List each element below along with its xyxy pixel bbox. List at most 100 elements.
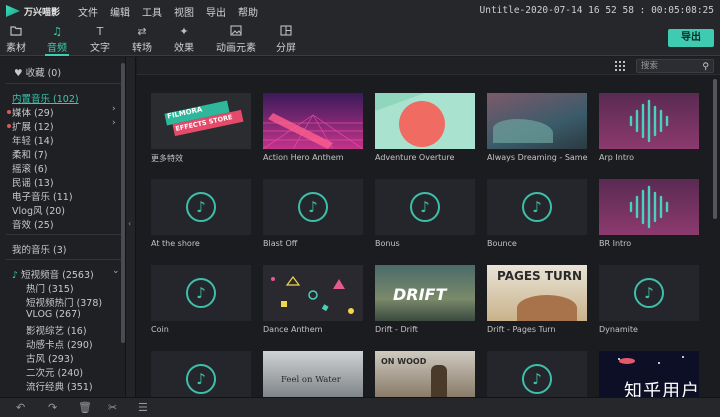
delete-icon[interactable]: 🗑 [78,401,92,414]
synthwave-grid-image [263,113,363,149]
search-icon[interactable]: ⚲ [702,61,709,73]
tile-caption: At the shore [151,239,200,248]
divider [6,83,122,84]
tab-transitions[interactable]: ⇄ 转场 [122,25,162,55]
tab-effects[interactable]: ✦ 效果 [164,25,204,55]
library-header: 搜索 ⚲ [137,57,720,75]
tab-label: 素材 [6,43,26,54]
thumb-pages-turn[interactable]: PAGES TURN [487,265,587,321]
sidebar-item-extensions[interactable]: 扩展 (12) [7,119,54,133]
cut-icon[interactable]: ✂ [108,401,117,414]
builtin-music-item[interactable]: 内置音乐 (102) [12,91,79,105]
sidebar-item-electronic[interactable]: 电子音乐 (11) [12,189,73,203]
export-button[interactable]: 导出 [668,29,714,47]
thumb-at-the-shore[interactable]: ♪ [151,179,251,235]
favorites-item[interactable]: ♥ 收藏 (0) [14,65,61,79]
menu-view[interactable]: 视图 [174,4,194,19]
thumb-bounce[interactable]: ♪ [487,179,587,235]
tile-caption: Drift - Drift [375,325,418,334]
thumb-drift[interactable]: DRIFT [375,265,475,321]
music-note-icon: ♪ [522,192,552,222]
menu-export[interactable]: 导出 [206,4,226,19]
content-scrollbar[interactable] [713,79,717,219]
waveform-icon [629,99,669,143]
tile-caption: Bounce [487,239,517,248]
music-note-icon: ♪ [186,364,216,394]
sidebar-subitem-variety[interactable]: 影视综艺 (16) [26,323,87,337]
tab-media[interactable]: 素材 [0,25,36,55]
tab-elements[interactable]: 动画元素 [214,25,258,55]
sidebar-item-label: 扩展 (12) [12,122,54,133]
tile-caption: Adventure Overture [375,153,455,162]
thumb-coin[interactable]: ♪ [151,265,251,321]
grid-view-icon[interactable] [614,60,626,72]
sidebar-item-vlog[interactable]: Vlog风 (20) [12,203,65,217]
sidebar-item-rock[interactable]: 摇滚 (6) [12,161,47,175]
sidebar-subitem-vlog[interactable]: VLOG (267) [26,309,81,320]
new-dot-icon [7,124,11,128]
menu-tools[interactable]: 工具 [142,4,162,19]
sidebar-scrollbar[interactable] [121,63,125,343]
thumb-action-hero[interactable] [263,93,363,149]
thumb-filmora-store[interactable]: FILMORA EFFECTS STORE [151,93,251,149]
logo-icon [6,5,20,17]
sidebar-item-young[interactable]: 年轻 (14) [12,133,54,147]
tile-caption: Action Hero Anthem [263,153,344,162]
tab-split-screen[interactable]: 分屏 [266,25,306,55]
sidebar-item-media[interactable]: 媒体 (29) [7,105,54,119]
search-input[interactable]: 搜索 ⚲ [636,59,714,73]
tile-caption: BR Intro [599,239,632,248]
sidebar-subitem-anime[interactable]: 二次元 (240) [26,365,83,379]
panel-splitter[interactable]: ‹ [126,57,136,397]
media-toolbar: 素材 ♫ 音频 T 文字 ⇄ 转场 ✦ 效果 动画元素 分屏 导出 [0,22,720,56]
tile-caption: 更多特效 [151,154,183,163]
chevron-right-icon[interactable]: › [112,118,116,128]
music-note-icon: ♪ [298,192,328,222]
sidebar-subitem-ancient[interactable]: 古风 (293) [26,351,74,365]
chevron-right-icon[interactable]: › [112,104,116,114]
menu-file[interactable]: 文件 [78,4,98,19]
thumb-br-intro[interactable] [599,179,699,235]
tile-caption: Dynamite [599,325,638,334]
tab-label: 转场 [132,43,152,54]
confetti-image [271,276,354,314]
adjust-icon[interactable]: ☰ [138,401,148,414]
waveform-icon [629,185,669,229]
sidebar-item-my-music[interactable]: 我的音乐 (3) [12,242,66,256]
tile-caption: Arp Intro [599,153,634,162]
undo-icon[interactable]: ↶ [16,401,25,414]
thumb-always-dreaming[interactable] [487,93,587,149]
thumb-text: ON WOOD [381,357,427,366]
thumb-blast-off[interactable]: ♪ [263,179,363,235]
sidebar-item-short-video[interactable]: ♪ 短视频音 (2563) [12,267,94,281]
collapse-arrow-icon[interactable]: ‹ [128,219,131,228]
sidebar-item-folk[interactable]: 民谣 (13) [12,175,54,189]
sidebar-subitem-hot[interactable]: 热门 (315) [26,281,74,295]
favorites-label: 收藏 (0) [25,68,62,79]
redo-icon[interactable]: ↷ [48,401,57,414]
sidebar-subitem-short-hot[interactable]: 短视频热门 (378) [26,295,102,309]
thumb-bonus[interactable]: ♪ [375,179,475,235]
sidebar-item-soft[interactable]: 柔和 (7) [12,147,47,161]
thumb-dynamite[interactable]: ♪ [599,265,699,321]
sun-shape [399,101,445,147]
tab-text[interactable]: T 文字 [80,25,120,55]
tile-caption: Blast Off [263,239,298,248]
app-window: 万兴喵影 文件 编辑 工具 视图 导出 帮助 Untitle-2020-07-1… [0,0,720,417]
sidebar-item-sfx[interactable]: 音效 (25) [12,217,54,231]
thumb-adventure-overture[interactable] [375,93,475,149]
thumb-dance-anthem[interactable] [263,265,363,321]
tab-audio[interactable]: ♫ 音频 [37,25,77,56]
timeline-toolbar: ↶ ↷ 🗑 ✂ ☰ [0,397,720,417]
music-note-icon: ♪ [12,270,19,281]
split-screen-icon [266,25,306,39]
menu-help[interactable]: 帮助 [238,4,258,19]
sidebar-item-label: 短视频音 (2563) [21,270,94,281]
sidebar-subitem-classic[interactable]: 流行经典 (351) [26,379,93,393]
thumb-text: Feel on Water [281,375,341,385]
sidebar-subitem-beat[interactable]: 动感卡点 (290) [26,337,93,351]
menu-edit[interactable]: 编辑 [110,4,130,19]
tab-label: 音频 [47,43,67,54]
thumb-arp-intro[interactable] [599,93,699,149]
chevron-down-icon[interactable]: ⌄ [112,266,120,276]
